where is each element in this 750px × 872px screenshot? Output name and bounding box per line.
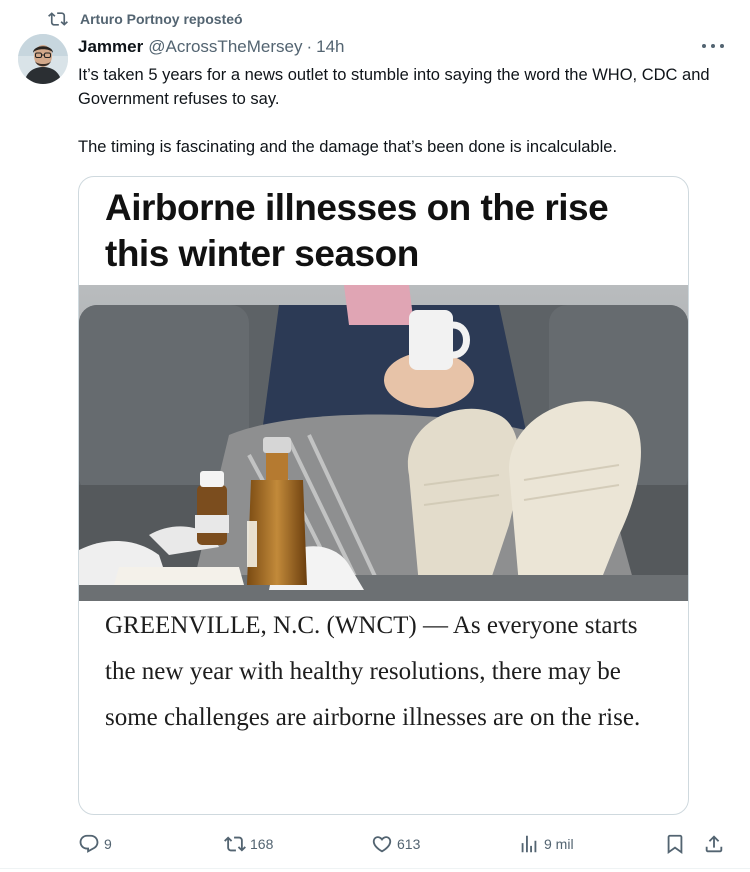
tweet-header: Jammer @AcrossTheMersey · 14h [78,35,345,59]
views-button[interactable]: 9 mil [518,828,574,860]
action-bar: 9 168 613 9 mil [0,828,750,860]
like-button[interactable]: 613 [371,828,420,860]
views-count: 9 mil [544,836,574,852]
like-count: 613 [397,836,421,852]
avatar-image [18,34,68,84]
card-headline: Airborne illnesses on the rise this wint… [105,187,609,274]
tweet-text: It’s taken 5 years for a news outlet to … [78,63,728,159]
share-button[interactable] [703,828,725,860]
separator-dot: · [306,37,313,56]
repost-icon [224,836,246,852]
reply-icon [79,834,99,853]
repost-icon [48,12,68,26]
author-name[interactable]: Jammer [78,37,143,57]
repost-indicator[interactable]: Arturo Portnoy reposteó [48,8,243,30]
views-icon [521,835,537,853]
author-handle[interactable]: @AcrossTheMersey [148,37,302,57]
repost-button[interactable]: 168 [224,828,273,860]
heart-icon [372,836,392,853]
card-article-text: GREENVILLE, N.C. (WNCT) — As everyone st… [105,612,641,731]
bookmark-icon [667,834,683,855]
reply-button[interactable]: 9 [78,828,112,860]
tweet-paragraph: It’s taken 5 years for a news outlet to … [78,66,710,108]
avatar[interactable] [18,34,68,84]
repost-label: Arturo Portnoy reposteó [80,11,243,27]
media-card[interactable]: Airborne illnesses on the rise this wint… [78,176,689,815]
timestamp[interactable]: 14h [316,37,344,57]
repost-count: 168 [250,836,274,852]
share-icon [705,835,723,853]
tweet-paragraph: The timing is fascinating and the damage… [78,138,618,156]
bookmark-button[interactable] [664,828,686,860]
reply-count: 9 [104,836,112,852]
sick-person-photo [79,285,688,601]
divider [0,868,750,869]
more-options-icon[interactable] [702,38,724,54]
